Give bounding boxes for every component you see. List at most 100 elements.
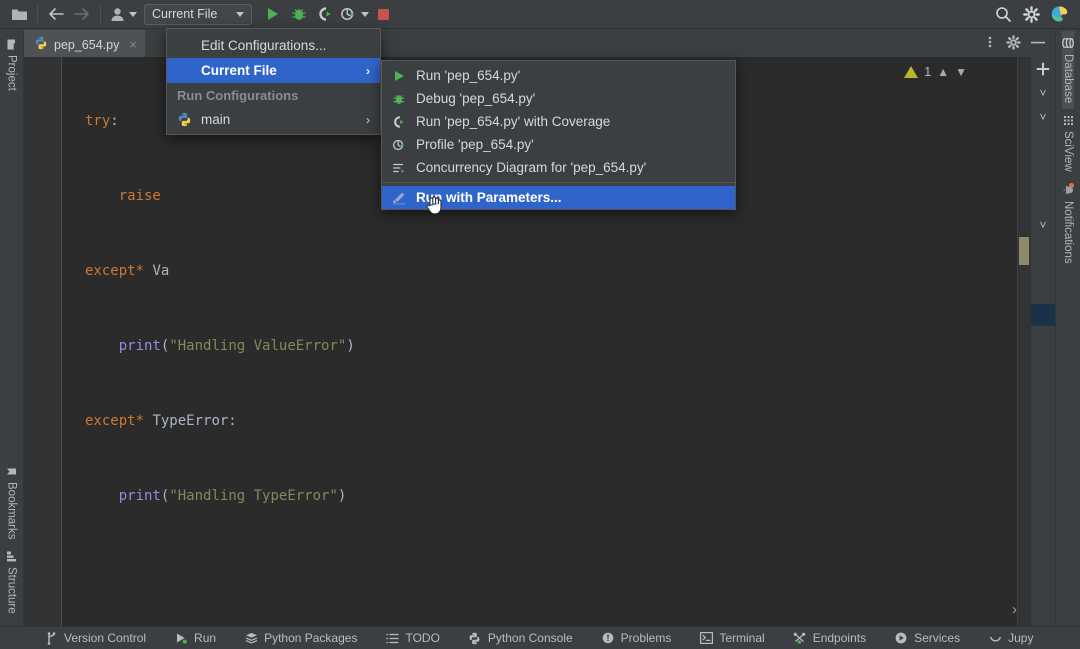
status-bar: Version Control Run Python Packages TODO… [0,626,1080,649]
sidebar-item-notifications[interactable]: Notifications [1062,178,1074,270]
search-icon[interactable] [990,3,1016,25]
chevron-right-icon: › [366,64,370,78]
debug-bug-icon[interactable] [286,3,312,25]
sidebar-item-database[interactable]: Database [1062,31,1074,109]
chevron-up-icon[interactable]: ▲ [937,65,949,79]
menu-section-label: Run Configurations [177,88,298,103]
statusbar-item-services[interactable]: Services [880,627,974,649]
statusbar-item-version-control[interactable]: Version Control [30,627,160,649]
sidebar-item-structure[interactable]: Structure [6,545,18,620]
debug-bug-icon [391,92,407,106]
sidebar-label-structure: Structure [6,567,18,614]
profile-icon[interactable] [338,3,370,25]
project-folder-icon[interactable] [6,3,32,25]
sidebar-item-project[interactable]: Project [6,33,18,97]
warning-count: 1 [924,65,931,79]
chevron-down-icon-1[interactable]: ˅ [1031,81,1055,105]
chevron-down-icon-2[interactable]: ˅ [1031,105,1055,129]
coverage-icon [391,115,407,129]
editor-gutter[interactable] [24,57,62,626]
chevron-down-icon [361,12,369,17]
sidebar-item-sciview[interactable]: SciView [1062,109,1074,178]
inspection-widget[interactable]: 1 ▲ ▼ [904,65,967,79]
menu-item-current-file[interactable]: Current File › [167,58,380,83]
sidebar-label-database: Database [1062,54,1074,103]
menu-section-run-configurations: Run Configurations [167,83,380,107]
toolbar-right-group [990,3,1080,25]
bookmarks-icon [6,466,18,477]
editor-tab-pep654[interactable]: pep_654.py × [24,30,145,57]
todo-list-icon [385,633,399,644]
submenu-item-profile[interactable]: Profile 'pep_654.py' [382,133,735,156]
run-configuration-label: Current File [152,7,217,21]
packages-icon [244,632,258,644]
run-configuration-selector[interactable]: Current File [144,4,252,25]
left-tool-strip: Project Bookmarks Structure [0,29,24,626]
statusbar-label: Terminal [719,631,764,645]
statusbar-label: Version Control [64,631,146,645]
minimize-icon[interactable] [1027,31,1049,53]
code-line-3: except* Va [63,259,1031,284]
menu-item-label: Current File [201,63,277,78]
python-console-icon [468,632,482,645]
statusbar-item-python-packages[interactable]: Python Packages [230,627,371,649]
editor-tab-label: pep_654.py [54,38,119,52]
sidebar-label-notifications: Notifications [1062,201,1074,264]
python-icon [177,112,192,127]
add-icon[interactable] [1031,57,1055,81]
submenu-item-label: Run 'pep_654.py' with Coverage [416,114,610,129]
menu-item-label: main [201,112,230,127]
statusbar-label: Jupy [1008,631,1033,645]
warning-triangle-icon [904,66,918,78]
endpoints-icon [793,632,807,644]
submenu-item-concurrency[interactable]: Concurrency Diagram for 'pep_654.py' [382,156,735,179]
chevron-down-icon[interactable]: ▼ [955,65,967,79]
more-options-icon[interactable] [981,31,999,53]
run-with-coverage-icon[interactable] [312,3,338,25]
inspection-scrollbar[interactable] [1017,57,1031,626]
menu-item-label: Edit Configurations... [201,38,326,53]
current-file-submenu: Run 'pep_654.py' Debug 'pep_654.py' Run … [381,60,736,210]
submenu-item-run[interactable]: Run 'pep_654.py' [382,64,735,87]
statusbar-item-terminal[interactable]: Terminal [685,627,778,649]
code-line-6: print("Handling TypeError") [63,484,1031,509]
statusbar-item-endpoints[interactable]: Endpoints [779,627,880,649]
inspection-marker[interactable] [1019,237,1029,265]
chevron-down-icon [129,12,137,17]
main-toolbar: Current File [0,0,1080,29]
chevron-right-icon: › [366,113,370,127]
account-icon[interactable] [106,3,140,25]
statusbar-label: Python Packages [264,631,357,645]
sidebar-item-bookmarks[interactable]: Bookmarks [6,460,18,546]
statusbar-item-run[interactable]: Run [160,627,230,649]
statusbar-item-python-console[interactable]: Python Console [454,627,587,649]
editor-tab-actions [981,31,1055,57]
project-icon [6,39,18,50]
sidebar-label-project: Project [6,55,18,91]
run-icon [391,71,407,81]
statusbar-item-todo[interactable]: TODO [371,627,453,649]
statusbar-label: TODO [405,631,439,645]
gear-icon[interactable] [1018,3,1044,25]
submenu-item-coverage[interactable]: Run 'pep_654.py' with Coverage [382,110,735,133]
chevron-down-icon-3[interactable]: ˅ [1031,213,1055,237]
sidebar-label-bookmarks: Bookmarks [6,482,18,540]
close-icon[interactable]: × [129,37,137,52]
run-icon[interactable] [260,3,286,25]
chevron-right-icon[interactable]: › [1012,601,1017,618]
stop-icon [370,3,396,25]
settings-gear-icon[interactable] [1003,31,1023,53]
menu-item-main[interactable]: main › [167,107,380,132]
statusbar-label: Problems [621,631,672,645]
ai-assistant-icon[interactable] [1046,3,1072,25]
notifications-icon [1062,184,1074,196]
sidebar-label-sciview: SciView [1062,131,1074,172]
submenu-item-run-with-parameters[interactable]: Run with Parameters... [382,186,735,209]
statusbar-item-jupyter[interactable]: Jupy [974,627,1047,649]
navigate-back-icon[interactable] [43,3,69,25]
menu-item-edit-configurations[interactable]: Edit Configurations... [167,33,380,58]
statusbar-item-problems[interactable]: Problems [587,627,686,649]
statusbar-label: Endpoints [813,631,866,645]
submenu-item-debug[interactable]: Debug 'pep_654.py' [382,87,735,110]
profile-icon [391,138,407,152]
